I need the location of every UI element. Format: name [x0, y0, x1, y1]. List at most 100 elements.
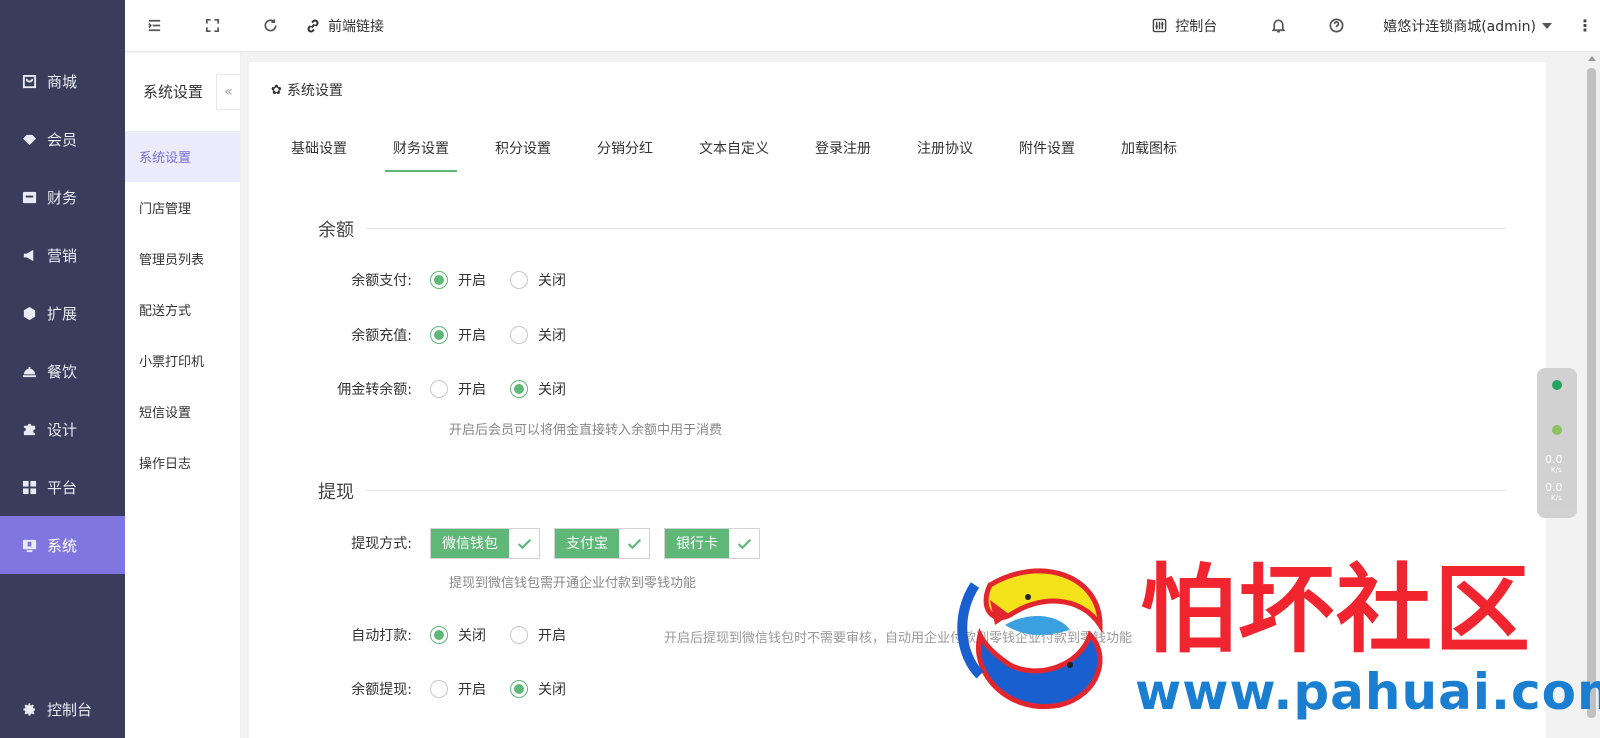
- settings-tab[interactable]: 基础设置: [279, 124, 359, 172]
- upload-unit: K/s: [1551, 466, 1562, 474]
- sidebar-item-console[interactable]: 控制台: [0, 680, 125, 738]
- download-speed: 0.0: [1545, 481, 1563, 494]
- dish-icon: [21, 363, 37, 379]
- commission-to-balance-row: 佣金转余额: 开启 关闭: [286, 374, 590, 404]
- console-button[interactable]: 控制台: [1152, 16, 1217, 36]
- radio-checked-icon: [430, 626, 448, 644]
- upload-speed: 0.0: [1545, 453, 1563, 466]
- gear-icon: ✿: [271, 82, 282, 98]
- settings-tab[interactable]: 登录注册: [803, 124, 883, 172]
- sidebar-item[interactable]: 设计: [0, 400, 125, 458]
- withdraw-alipay-checkbox[interactable]: 支付宝: [554, 527, 650, 559]
- sub-sidebar-item[interactable]: 管理员列表: [125, 233, 240, 284]
- console-label: 控制台: [1175, 18, 1218, 35]
- help-button[interactable]: [1307, 0, 1365, 52]
- sidebar-item[interactable]: 商城: [0, 52, 125, 110]
- sidebar-item[interactable]: 系统: [0, 516, 125, 574]
- auto-pay-off-radio[interactable]: 关闭: [430, 625, 486, 645]
- console-icon: [1152, 18, 1167, 33]
- status-dot-icon: [1552, 425, 1562, 435]
- page-scrollbar[interactable]: [1584, 52, 1600, 738]
- auto-pay-on-radio[interactable]: 开启: [510, 625, 566, 645]
- sub-sidebar-item[interactable]: 门店管理: [125, 182, 240, 233]
- auto-pay-row: 自动打款: 关闭 开启: [286, 620, 590, 650]
- fullscreen-button[interactable]: [183, 0, 241, 52]
- sidebar-logo-area: [0, 0, 125, 52]
- commission-on-radio[interactable]: 开启: [430, 379, 486, 399]
- settings-tab[interactable]: 注册协议: [905, 124, 985, 172]
- radio-label: 开启: [458, 682, 486, 698]
- sidebar-item[interactable]: 会员: [0, 110, 125, 168]
- radio-label: 关闭: [458, 628, 486, 644]
- user-name: 嬉悠计连锁商城(admin): [1383, 18, 1536, 35]
- settings-tab[interactable]: 文本自定义: [687, 124, 781, 172]
- status-dot-icon: [1552, 380, 1562, 390]
- radio-label: 开启: [458, 273, 486, 289]
- commission-hint: 开启后会员可以将佣金直接转入余额中用于消费: [449, 423, 723, 438]
- menu-toggle-button[interactable]: [125, 0, 183, 52]
- commission-to-balance-label: 佣金转余额:: [337, 382, 412, 398]
- caret-down-icon: [1542, 22, 1552, 29]
- balance-withdraw-off-radio[interactable]: 关闭: [510, 679, 566, 699]
- shop-icon: [21, 73, 37, 89]
- more-vertical-icon: ⋮: [1577, 16, 1593, 35]
- radio-label: 关闭: [538, 382, 566, 398]
- section-divider: [286, 228, 1506, 229]
- balance-recharge-off-radio[interactable]: 关闭: [510, 325, 566, 345]
- radio-checked-icon: [510, 680, 528, 698]
- watermark-title: 怕坏社区: [1140, 553, 1532, 666]
- settings-tab[interactable]: 附件设置: [1007, 124, 1087, 172]
- check-icon: [619, 529, 649, 558]
- collapse-button[interactable]: «: [216, 73, 240, 110]
- sidebar-item-label: 控制台: [47, 700, 93, 719]
- download-unit: K/s: [1551, 494, 1562, 502]
- sub-sidebar: 系统设置 « 系统设置 门店管理 管理员列表 配送方式 小票打印机 短信设置 操作日志: [125, 53, 241, 738]
- member-icon: [21, 131, 37, 147]
- settings-tab[interactable]: 积分设置: [483, 124, 563, 172]
- frontend-link-label: 前端链接: [328, 18, 384, 35]
- sub-sidebar-item[interactable]: 小票打印机: [125, 335, 240, 386]
- notification-button[interactable]: [1249, 0, 1307, 52]
- sidebar-item[interactable]: 扩展: [0, 284, 125, 342]
- page-title: ✿ 系统设置: [271, 80, 343, 100]
- settings-tab[interactable]: 分销分红: [585, 124, 665, 172]
- refresh-icon: [263, 19, 277, 32]
- sidebar-item[interactable]: 餐饮: [0, 342, 125, 400]
- main-sidebar: 商城 会员 财务 营销 扩展 餐饮 设计 平台 系统 控制台: [0, 0, 125, 738]
- balance-pay-on-radio[interactable]: 开启: [430, 270, 486, 290]
- frontend-link-button[interactable]: 前端链接: [305, 16, 384, 36]
- more-vertical-button[interactable]: ⋮: [1570, 16, 1600, 35]
- page-title-text: 系统设置: [286, 83, 343, 99]
- balance-recharge-label: 余额充值:: [351, 328, 412, 344]
- sidebar-item[interactable]: 平台: [0, 458, 125, 516]
- balance-pay-off-radio[interactable]: 关闭: [510, 270, 566, 290]
- radio-checked-icon: [430, 326, 448, 344]
- scrollbar-thumb[interactable]: [1587, 68, 1596, 718]
- balance-recharge-on-radio[interactable]: 开启: [430, 325, 486, 345]
- grid-icon: [21, 479, 37, 495]
- watermark-url: www.pahuai.com: [1135, 663, 1600, 721]
- settings-tab[interactable]: 加载图标: [1109, 124, 1189, 172]
- radio-unchecked-icon: [510, 326, 528, 344]
- commission-off-radio[interactable]: 关闭: [510, 379, 566, 399]
- withdraw-bankcard-checkbox[interactable]: 银行卡: [664, 527, 760, 559]
- help-icon: [1329, 18, 1344, 33]
- balance-withdraw-on-radio[interactable]: 开启: [430, 679, 486, 699]
- sub-sidebar-item[interactable]: 配送方式: [125, 284, 240, 335]
- sub-sidebar-item[interactable]: 短信设置: [125, 386, 240, 437]
- user-menu[interactable]: 嬉悠计连锁商城(admin): [1383, 16, 1552, 36]
- refresh-button[interactable]: [241, 0, 299, 52]
- scroll-up-icon[interactable]: [1588, 56, 1596, 61]
- settings-tab[interactable]: 财务设置: [381, 124, 461, 172]
- sub-sidebar-item[interactable]: 系统设置: [125, 131, 240, 182]
- sub-sidebar-item[interactable]: 操作日志: [125, 437, 240, 488]
- radio-unchecked-icon: [510, 626, 528, 644]
- sidebar-item[interactable]: 财务: [0, 168, 125, 226]
- sidebar-item[interactable]: 营销: [0, 226, 125, 284]
- network-speed-widget[interactable]: 0.0 K/s 0.0 K/s: [1537, 368, 1577, 518]
- balance-pay-row: 余额支付: 开启 关闭: [286, 265, 590, 295]
- withdraw-wechat-checkbox[interactable]: 微信钱包: [430, 527, 540, 559]
- sub-sidebar-title: 系统设置: [143, 83, 204, 101]
- top-header: 前端链接 控制台 嬉悠计连锁商城(admin) ⋮: [125, 0, 1600, 52]
- indent-icon: [147, 19, 160, 32]
